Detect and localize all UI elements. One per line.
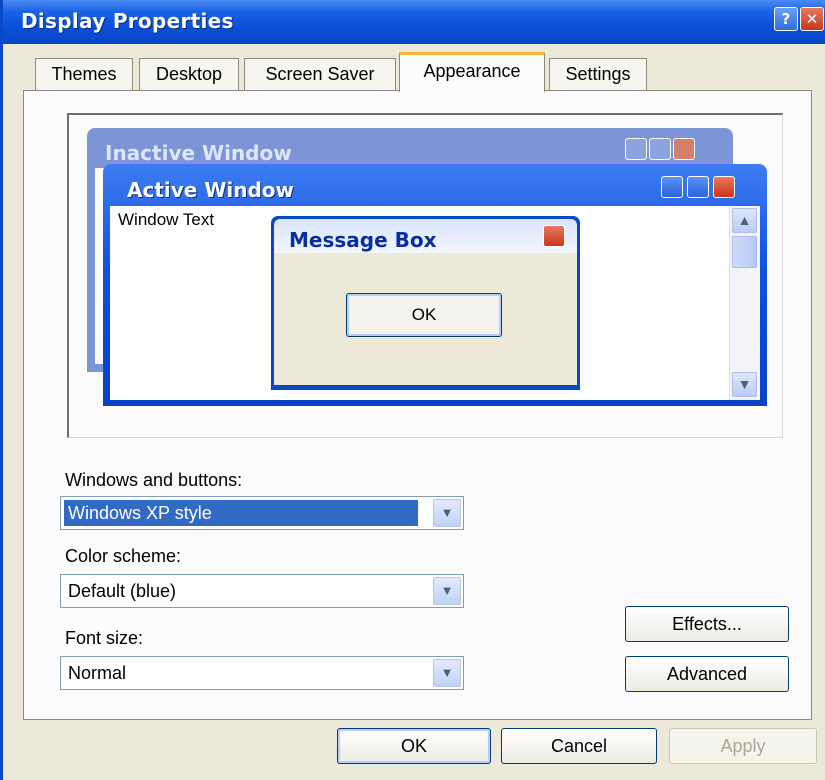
minimize-icon [661,176,683,198]
message-box-title: Message Box [289,228,437,252]
close-icon [713,176,735,198]
window-text: Window Text [118,210,215,229]
vertical-scrollbar[interactable]: ▲ ▼ [729,206,760,400]
message-box-body: OK [274,253,577,385]
title-bar[interactable]: Display Properties ? ✕ [3,0,825,44]
tab-screen-saver[interactable]: Screen Saver [244,58,396,90]
advanced-button[interactable]: Advanced [625,656,789,692]
scroll-up-icon[interactable]: ▲ [732,208,757,233]
window-title: Display Properties [21,9,234,33]
tab-settings[interactable]: Settings [549,58,647,90]
minimize-icon [625,138,647,160]
chevron-down-icon[interactable]: ▼ [433,659,461,687]
chevron-down-icon[interactable]: ▼ [433,499,461,527]
display-properties-dialog: Display Properties ? ✕ Themes Desktop Sc… [0,0,825,780]
font-size-select[interactable]: Normal ▼ [60,656,464,690]
tab-themes[interactable]: Themes [35,58,133,90]
color-scheme-label: Color scheme: [65,546,182,566]
cancel-button[interactable]: Cancel [501,728,657,764]
scroll-thumb[interactable] [732,236,757,268]
windows-buttons-value: Windows XP style [64,500,418,526]
maximize-icon [649,138,671,160]
font-size-label: Font size: [65,628,144,648]
windows-buttons-select[interactable]: Windows XP style ▼ [60,496,464,530]
active-window-title: Active Window [127,178,295,202]
tab-desktop[interactable]: Desktop [139,58,239,90]
message-box-preview[interactable]: Message Box OK [271,216,580,390]
close-icon [673,138,695,160]
close-icon [543,225,565,247]
ok-button[interactable]: OK [337,728,491,764]
font-size-value: Normal [68,663,127,683]
chevron-down-icon[interactable]: ▼ [433,577,461,605]
tab-appearance[interactable]: Appearance [399,52,545,92]
maximize-icon [687,176,709,198]
effects-button[interactable]: Effects... [625,606,789,642]
help-button[interactable]: ? [774,7,798,31]
apply-button[interactable]: Apply [669,728,817,764]
scroll-down-icon[interactable]: ▼ [732,372,757,397]
color-scheme-value: Default (blue) [68,581,177,601]
close-button[interactable]: ✕ [800,7,824,31]
inactive-window-title: Inactive Window [105,141,292,165]
color-scheme-select[interactable]: Default (blue) ▼ [60,574,464,608]
windows-buttons-label: Windows and buttons: [65,470,243,490]
message-ok-button[interactable]: OK [346,293,502,337]
